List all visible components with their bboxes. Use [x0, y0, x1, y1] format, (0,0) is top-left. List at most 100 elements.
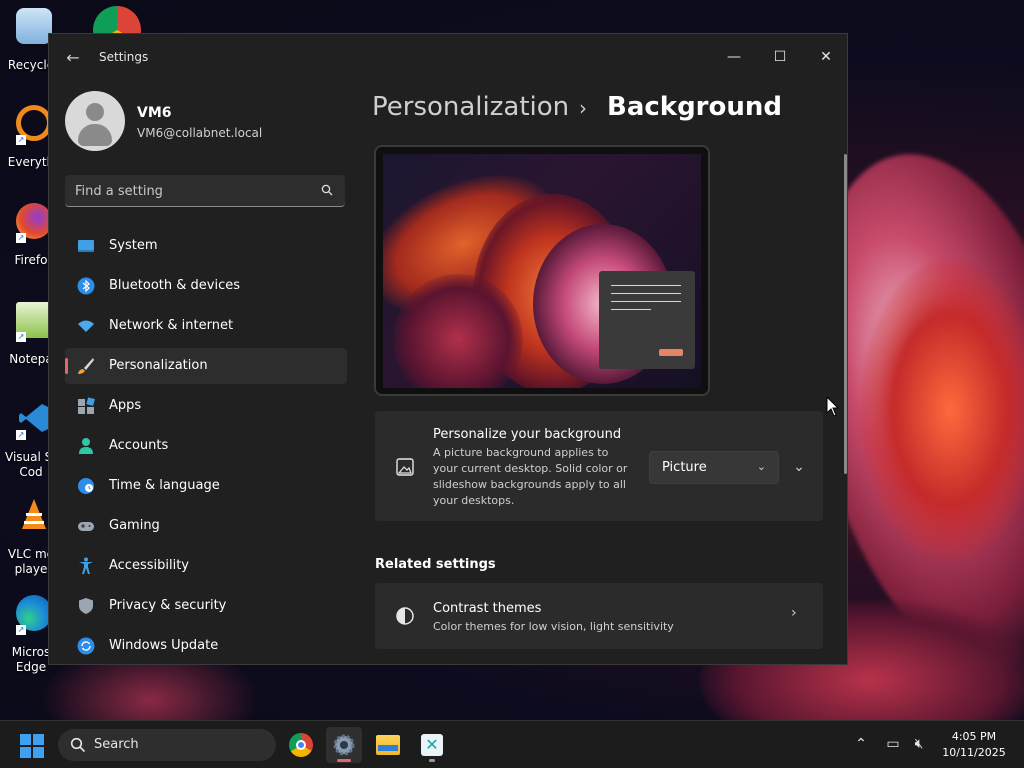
start-button[interactable] [20, 734, 44, 758]
sidebar-item-system[interactable]: System [65, 228, 347, 264]
shortcut-arrow-icon: ↗ [16, 430, 26, 440]
active-indicator [337, 759, 351, 762]
breadcrumb-parent[interactable]: Personalization [372, 92, 569, 122]
sidebar-item-label: Bluetooth & devices [109, 278, 240, 293]
chevron-right-icon: › [791, 605, 797, 621]
profile-name: VM6 [137, 105, 172, 121]
sidebar-item-label: Personalization [109, 358, 208, 373]
wifi-icon [78, 320, 94, 332]
chrome-icon [93, 6, 141, 36]
contrast-themes-title: Contrast themes [433, 601, 542, 616]
shortcut-arrow-icon: ↗ [16, 332, 26, 342]
shortcut-arrow-icon: ↗ [16, 625, 26, 635]
window-title: Settings [99, 50, 149, 64]
recycle-bin-icon [16, 8, 52, 44]
settings-search[interactable] [65, 175, 345, 207]
breadcrumb-separator-icon: › [579, 96, 587, 120]
sidebar-item-label: Time & language [109, 478, 220, 493]
gear-icon [333, 734, 355, 756]
network-icon[interactable]: ▭ [884, 735, 902, 753]
taskbar-search-label: Search [94, 737, 139, 752]
sidebar-item-label: Accessibility [109, 558, 189, 573]
update-icon [77, 637, 95, 655]
minimize-button[interactable]: — [711, 42, 757, 72]
brush-icon [78, 358, 94, 374]
picture-icon [396, 458, 414, 476]
clock-date: 10/11/2025 [942, 746, 1006, 759]
personalize-background-title: Personalize your background [433, 427, 622, 442]
avatar [65, 91, 125, 151]
search-input[interactable] [75, 181, 305, 201]
sidebar-item-label: Network & internet [109, 318, 234, 333]
shortcut-arrow-icon: ↗ [16, 233, 26, 243]
avatar-body [78, 124, 112, 146]
expand-chevron-icon[interactable]: ⌄ [787, 455, 811, 479]
chevron-up-icon[interactable]: ⌃ [852, 735, 870, 753]
contrast-icon [396, 607, 414, 625]
background-type-value: Picture [662, 460, 707, 475]
sidebar-item-windows-update[interactable]: Windows Update [65, 628, 347, 664]
accounts-icon [79, 438, 93, 454]
settings-window: ← Settings — ☐ ✕ VM6 VM6@collabnet.local… [48, 33, 848, 665]
sidebar-item-label: Apps [109, 398, 142, 413]
sidebar-item-label: Gaming [109, 518, 160, 533]
running-indicator [429, 759, 435, 762]
contrast-themes-link[interactable]: Contrast themes Color themes for low vis… [375, 583, 823, 649]
app-icon: ✕ [421, 734, 443, 756]
page-title: Background [607, 92, 782, 122]
background-preview [374, 145, 710, 396]
personalize-background-card: Personalize your background A picture ba… [375, 411, 823, 521]
background-type-dropdown[interactable]: Picture ⌄ [649, 451, 779, 484]
sidebar-item-gaming[interactable]: Gaming [65, 508, 347, 544]
chevron-down-icon: ⌄ [756, 460, 766, 473]
shortcut-arrow-icon: ↗ [16, 135, 26, 145]
close-button[interactable]: ✕ [803, 42, 847, 72]
chrome-taskbar-icon[interactable] [283, 727, 319, 763]
sidebar-item-label: System [109, 238, 158, 253]
sidebar-nav: System Bluetooth & devices Network & int… [65, 228, 347, 664]
contrast-themes-description: Color themes for low vision, light sensi… [433, 620, 674, 633]
sidebar-item-accounts[interactable]: Accounts [65, 428, 347, 464]
sidebar-item-label: Windows Update [109, 638, 219, 653]
sidebar-item-time-language[interactable]: Time & language [65, 468, 347, 504]
sidebar-item-personalization[interactable]: Personalization [65, 348, 347, 384]
app-taskbar-icon[interactable]: ✕ [414, 727, 450, 763]
volume-mute-icon[interactable]: 🔇︎ [910, 735, 928, 753]
user-profile[interactable]: VM6 VM6@collabnet.local [65, 91, 355, 155]
shield-icon [79, 598, 93, 614]
preview-window-mock [599, 271, 695, 369]
clock-time: 4:05 PM [951, 730, 997, 743]
taskbar-search[interactable]: Search [58, 729, 276, 761]
back-arrow-icon[interactable]: ← [63, 48, 83, 68]
sidebar-item-apps[interactable]: Apps [65, 388, 347, 424]
chrome-icon-center [296, 740, 306, 750]
avatar-head [86, 103, 104, 121]
sidebar-item-accessibility[interactable]: Accessibility [65, 548, 347, 584]
taskbar: Search ✕ ⌃ ▭ 🔇︎ 4:05 PM 10/11/2025 [0, 720, 1024, 768]
personalize-background-description: A picture background applies to your cur… [433, 446, 628, 507]
search-icon [70, 737, 86, 753]
bluetooth-icon [77, 277, 95, 295]
wallpaper-thumbnail [383, 154, 701, 388]
title-bar: ← Settings — ☐ ✕ [49, 34, 847, 82]
settings-taskbar-icon[interactable] [326, 727, 362, 763]
related-settings-heading: Related settings [375, 557, 496, 572]
main-scrollbar[interactable] [844, 154, 847, 474]
sidebar-item-privacy[interactable]: Privacy & security [65, 588, 347, 624]
mouse-cursor-icon [826, 396, 840, 417]
desktop-icon-chrome[interactable] [93, 6, 141, 36]
gamepad-icon [78, 522, 94, 531]
sidebar-item-label: Privacy & security [109, 598, 227, 613]
maximize-button[interactable]: ☐ [757, 42, 803, 72]
globe-clock-icon [78, 478, 94, 494]
apps-icon [78, 397, 95, 414]
sidebar-item-bluetooth[interactable]: Bluetooth & devices [65, 268, 347, 304]
file-explorer-taskbar-icon[interactable] [370, 727, 406, 763]
sidebar-item-label: Accounts [109, 438, 169, 453]
profile-email: VM6@collabnet.local [137, 126, 263, 140]
search-icon[interactable] [321, 184, 333, 196]
sidebar-item-network[interactable]: Network & internet [65, 308, 347, 344]
vlc-icon [22, 499, 46, 529]
taskbar-clock[interactable]: 4:05 PM 10/11/2025 [936, 729, 1012, 761]
folder-strip [378, 745, 398, 751]
